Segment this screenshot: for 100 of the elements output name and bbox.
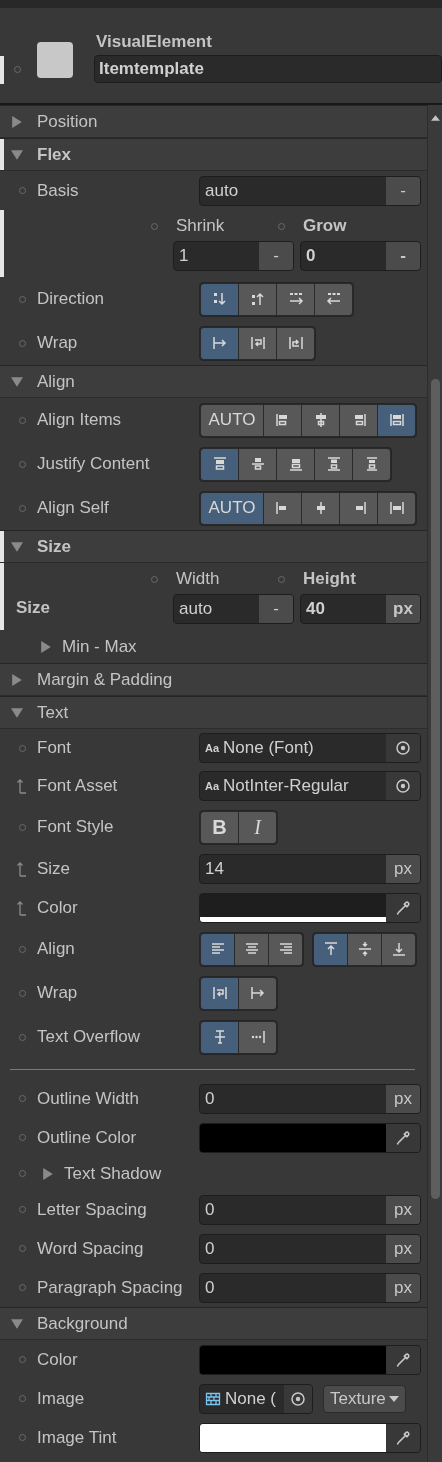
number-field[interactable]: 14 px [199, 853, 421, 884]
section-header[interactable]: Flex [0, 138, 427, 171]
space-between-icon[interactable] [315, 448, 352, 480]
section-header[interactable]: Align [0, 365, 427, 398]
number-field[interactable]: auto - [199, 175, 421, 206]
align-right-icon[interactable] [340, 492, 377, 524]
color-field[interactable] [199, 1122, 421, 1153]
object-field[interactable]: None ( [199, 1383, 313, 1414]
field-label: Align Items [37, 410, 123, 430]
eyedropper-icon[interactable] [395, 1429, 411, 1446]
color-field[interactable] [199, 1422, 421, 1453]
field-label: Align Self [37, 498, 110, 518]
unit-button[interactable]: px [386, 1234, 420, 1263]
object-field[interactable]: Aa None (Font) [199, 733, 421, 763]
align-center-icon[interactable] [302, 492, 339, 524]
stretch-icon[interactable] [378, 492, 415, 524]
field-label: Letter Spacing [37, 1199, 148, 1220]
type-dropdown[interactable]: Texture [323, 1384, 406, 1413]
toggle-button[interactable]: B [201, 811, 238, 843]
scroll-up-icon[interactable] [430, 115, 440, 121]
field-label: Color [37, 1349, 79, 1370]
target-icon[interactable] [290, 1390, 306, 1407]
field-label: Size [37, 858, 72, 879]
arrow-down-icon[interactable] [201, 283, 238, 315]
text-center-icon[interactable] [235, 933, 268, 965]
arrow-up-icon[interactable] [239, 283, 276, 315]
unit-button[interactable]: px [386, 1195, 420, 1224]
toggle-button[interactable]: AUTO [201, 492, 263, 524]
field-label: Wrap [37, 333, 79, 353]
align-top-icon[interactable] [201, 448, 238, 480]
unit-button[interactable]: px [386, 1084, 420, 1113]
ellipsis-icon[interactable] [239, 1021, 276, 1053]
field-label: Align [37, 939, 76, 959]
align-middle-icon[interactable] [348, 933, 381, 965]
field-value: auto [204, 179, 240, 202]
unit-button[interactable]: px [386, 595, 420, 623]
align-bottom-icon[interactable] [382, 933, 415, 965]
field-label: Direction [37, 289, 106, 309]
field-label: Font [37, 738, 73, 758]
toggle-button[interactable]: I [239, 811, 276, 843]
color-field[interactable] [199, 892, 421, 923]
scrollbar[interactable] [427, 105, 442, 1462]
number-field[interactable]: 1 - [173, 241, 294, 271]
align-bottom-icon[interactable] [277, 448, 314, 480]
arrow-right-icon[interactable] [201, 327, 238, 359]
field-value: 1 [178, 245, 190, 267]
align-center-icon[interactable] [302, 404, 339, 436]
color-field[interactable] [199, 1344, 421, 1375]
section-header[interactable]: Margin & Padding [0, 663, 427, 696]
triangle-right-icon[interactable] [42, 1167, 54, 1180]
field-value: 0 [204, 1198, 216, 1221]
number-field[interactable]: 0 px [199, 1272, 421, 1303]
field-label: Shrink [176, 216, 225, 236]
arrow-left-icon[interactable] [315, 283, 352, 315]
unit-button[interactable]: - [259, 595, 293, 623]
align-top-icon[interactable] [314, 933, 347, 965]
section-header[interactable]: Background [0, 1307, 427, 1340]
triangle-right-icon[interactable] [40, 640, 52, 653]
number-field[interactable]: auto - [173, 594, 294, 624]
field-value: NotInter-Regular [222, 775, 350, 797]
align-left-icon[interactable] [264, 404, 301, 436]
section-title: Flex [37, 144, 72, 165]
number-field[interactable]: 0 - [300, 241, 421, 271]
scrollbar-thumb[interactable] [430, 379, 440, 1199]
eyedropper-icon[interactable] [395, 1129, 411, 1146]
texture-icon [205, 1391, 221, 1406]
number-field[interactable]: 0 px [199, 1083, 421, 1114]
arrow-right-icon[interactable] [239, 977, 276, 1009]
stretch-icon[interactable] [378, 404, 415, 436]
unit-button[interactable]: - [386, 242, 420, 270]
unit-button[interactable]: - [259, 242, 293, 270]
name-field[interactable]: Itemtemplate [94, 55, 442, 83]
section-header[interactable]: Text [0, 696, 427, 729]
unit-button[interactable]: - [386, 176, 420, 205]
arrow-right-icon[interactable] [277, 283, 314, 315]
eyedropper-icon[interactable] [395, 1351, 411, 1368]
number-field[interactable]: 40 px [300, 594, 421, 624]
section-header[interactable]: Position [0, 105, 427, 138]
target-icon[interactable] [395, 740, 411, 756]
unit-button[interactable]: px [386, 1273, 420, 1302]
target-icon[interactable] [395, 778, 411, 794]
space-around-icon[interactable] [353, 448, 390, 480]
align-middle-icon[interactable] [239, 448, 276, 480]
field-label: Image Tint [37, 1427, 118, 1448]
field-label: Text Overflow [37, 1027, 141, 1047]
number-field[interactable]: 0 px [199, 1194, 421, 1225]
align-right-icon[interactable] [340, 404, 377, 436]
field-label: Justify Content [37, 454, 151, 474]
unit-button[interactable]: px [386, 854, 420, 883]
text-left-icon[interactable] [201, 933, 234, 965]
section-header[interactable]: Size [0, 530, 427, 563]
text-cursor-icon[interactable] [201, 1021, 238, 1053]
field-label: Outline Width [37, 1088, 141, 1109]
eyedropper-icon[interactable] [395, 899, 411, 916]
toggle-button[interactable]: AUTO [201, 404, 263, 436]
align-left-icon[interactable] [264, 492, 301, 524]
number-field[interactable]: 0 px [199, 1233, 421, 1264]
object-field[interactable]: Aa NotInter-Regular [199, 771, 421, 801]
text-right-icon[interactable] [269, 933, 302, 965]
field-label: Outline Color [37, 1127, 138, 1148]
